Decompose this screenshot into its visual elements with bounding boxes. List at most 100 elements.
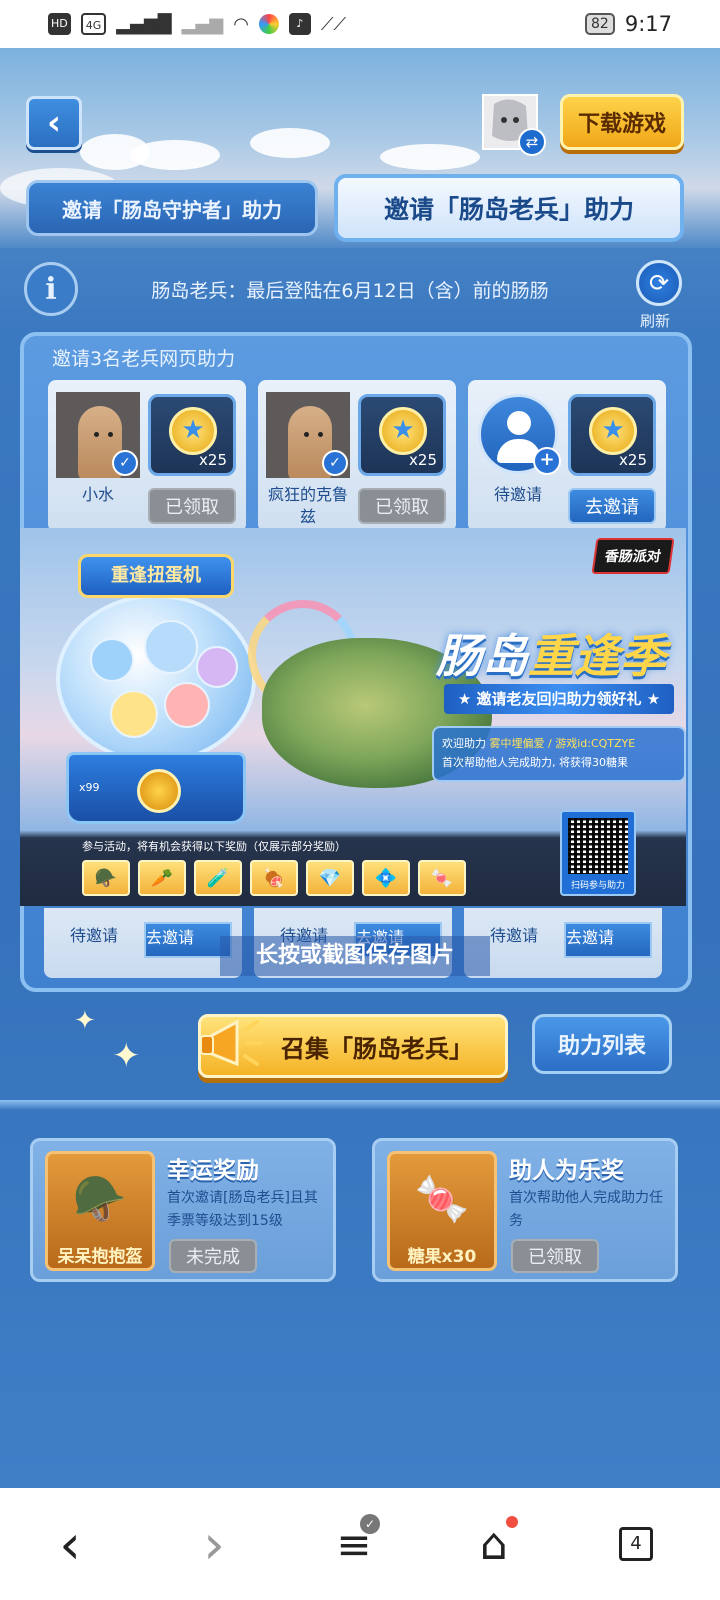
welcome-box: 欢迎助力 雾中埋偏爱 / 游戏id:CQTZYE 首次帮助他人完成助力, 将获得… (432, 726, 686, 782)
switch-account-icon[interactable]: ⇄ (518, 128, 546, 156)
wifi-icon: ◠ (233, 13, 249, 35)
reward-desc: 首次帮助他人完成助力任务 (509, 1190, 663, 1229)
check-icon: ✓ (322, 450, 348, 476)
helper-card: ✓ ★ x25 疯狂的克鲁兹 已领取 (258, 380, 456, 532)
poster-headline: 肠岛重逢季 (416, 620, 686, 686)
nav-tabs-button[interactable]: 4 (606, 1514, 666, 1574)
plus-icon: + (533, 447, 561, 475)
gacha-base: x99 (66, 752, 246, 824)
helper-card: 待邀请 去邀请 (44, 908, 242, 978)
notice-bar: i 肠岛老兵：最后登陆在6月12日（含）前的肠肠 ⟳ 刷新 (0, 256, 720, 330)
reward-title: 助人为乐奖 (509, 1158, 624, 1184)
share-poster[interactable]: 重逢扭蛋机 x99 香肠派对 肠岛重逢季 ★ 邀请老友回归助力领好礼 ★ 欢迎助… (20, 528, 686, 906)
coin-icon (137, 769, 181, 813)
headline-part-a: 肠岛 (436, 629, 528, 683)
headline-part-b: 重逢季 (528, 629, 666, 683)
tiktok-icon: ♪ (288, 13, 311, 35)
avatar: ✓ (56, 392, 140, 478)
megaphone-icon (195, 1005, 269, 1081)
helper-card: + ★ x25 待邀请 去邀请 (468, 380, 666, 532)
star-coin-icon: ★ (379, 407, 427, 455)
account-avatar[interactable]: ⇄ (482, 94, 546, 156)
signal-icon: ▂▄▆█ (116, 13, 172, 35)
download-game-button[interactable]: 下载游戏 (560, 94, 684, 150)
notification-dot (506, 1516, 518, 1528)
helper-name: 小水 (81, 485, 114, 504)
reward-caption: 参与活动，将有机会获得以下奖励（仅展示部分奖励） (82, 840, 346, 853)
check-badge-icon: ✓ (360, 1514, 380, 1534)
welcome-user: 雾中埋偏爱 / 游戏id:CQTZYE (489, 737, 636, 750)
reward-chip: 🧪 (194, 860, 242, 896)
check-icon: ✓ (112, 450, 138, 476)
gacha-machine: 重逢扭蛋机 x99 (56, 554, 256, 824)
back-button[interactable]: ‹ (26, 96, 82, 150)
home-icon: ⌂ (480, 1518, 508, 1570)
refresh-icon[interactable]: ⟳ (636, 260, 682, 306)
claimed-button[interactable]: 已领取 (148, 488, 236, 524)
reward-item: ★ x25 (568, 394, 656, 476)
nav-forward-button[interactable]: › (184, 1512, 244, 1576)
helper-name: 疯狂的克鲁兹 (267, 485, 348, 526)
chevron-left-icon: ‹ (59, 1512, 81, 1576)
refresh-label[interactable]: 刷新 (640, 310, 670, 331)
reward-chip: 🥕 (138, 860, 186, 896)
reward-item-label: 呆呆抱抱盔 (57, 1247, 143, 1267)
help-list-button[interactable]: 助力列表 (532, 1014, 672, 1074)
avatar: ✓ (266, 392, 350, 478)
status-bar: HD 4G ▂▄▆█ ▂▄▆ ◠ ♪ ⟋⟋ 82 9:17 (0, 0, 720, 48)
reward-item-label: 糖果x30 (407, 1247, 477, 1267)
invite-button[interactable]: 去邀请 (144, 922, 232, 958)
invite-button[interactable]: 去邀请 (564, 922, 652, 958)
claimed-button[interactable]: 已领取 (358, 488, 446, 524)
chevron-right-icon: › (203, 1512, 225, 1576)
welcome-line2: 首次帮助他人完成助力, 将获得30糖果 (442, 756, 628, 769)
panel-title: 邀请3名老兵网页助力 (52, 348, 236, 370)
lucky-reward-card: 🪖 呆呆抱抱盔 幸运奖励 首次邀请[肠岛老兵]且其季票等级达到15级 未完成 (30, 1138, 336, 1282)
network-icon: 4G (80, 13, 107, 35)
helper-reward-card: 🍬 糖果x30 助人为乐奖 首次帮助他人完成助力任务 已领取 (372, 1138, 678, 1282)
cloud (130, 140, 220, 170)
reward-qty: x25 (619, 451, 647, 469)
cloud (380, 144, 480, 170)
incomplete-button[interactable]: 未完成 (169, 1239, 257, 1273)
qr-code-icon (568, 818, 628, 874)
status-icons: HD 4G ▂▄▆█ ▂▄▆ ◠ ♪ ⟋⟋ (48, 13, 346, 35)
qr-label: 扫码参与助力 (570, 881, 625, 891)
nav-home-button[interactable]: ⌂ (464, 1514, 524, 1574)
nav-back-button[interactable]: ‹ (40, 1512, 100, 1576)
reward-item: ★ x25 (358, 394, 446, 476)
signal-off-icon: ▂▄▆ (181, 13, 224, 35)
game-logo: 香肠派对 (591, 538, 675, 574)
reward-chip: 🍬 (418, 860, 466, 896)
machine-qty: x99 (79, 781, 100, 794)
invite-button[interactable]: 去邀请 (568, 488, 656, 524)
machine-sign: 重逢扭蛋机 (78, 554, 234, 598)
helmet-icon: 🪖 (72, 1174, 128, 1225)
cloud (250, 128, 330, 158)
clock: 9:17 (624, 12, 672, 36)
link-icon: ⟋⟋ (320, 13, 347, 35)
tab-bar: 邀请「肠岛守护者」助力 邀请「肠岛老兵」助力 (0, 168, 720, 248)
reward-desc: 首次邀请[肠岛老兵]且其季票等级达到15级 (167, 1190, 318, 1229)
hd-icon: HD (48, 13, 71, 35)
chevron-left-icon: ‹ (46, 103, 61, 143)
summon-veteran-button[interactable]: 召集「肠岛老兵」 (198, 1014, 508, 1078)
poster-ribbon: ★ 邀请老友回归助力领好礼 ★ (444, 684, 674, 714)
claimed-button[interactable]: 已领取 (511, 1239, 599, 1273)
sparkle-icon: ✦ (74, 1006, 96, 1036)
candy-icon: 🍬 (414, 1174, 470, 1225)
reward-title: 幸运奖励 (167, 1158, 259, 1184)
reward-item: 🍬 糖果x30 (387, 1151, 497, 1271)
star-coin-icon: ★ (169, 407, 217, 455)
helper-name: 待邀请 (493, 485, 542, 504)
summon-label: 召集「肠岛老兵」 (281, 1034, 473, 1063)
info-icon[interactable]: i (24, 262, 78, 316)
reward-chip: 🪖 (82, 860, 130, 896)
invite-avatar[interactable]: + (478, 394, 561, 475)
app-icon (258, 14, 279, 34)
battery-indicator: 82 (585, 13, 615, 35)
nav-menu-button[interactable]: ≡ ✓ (324, 1514, 384, 1574)
tab-invite-guardian[interactable]: 邀请「肠岛守护者」助力 (26, 180, 318, 236)
tab-invite-veteran[interactable]: 邀请「肠岛老兵」助力 (334, 174, 684, 242)
tabs-count: 4 (619, 1527, 653, 1561)
